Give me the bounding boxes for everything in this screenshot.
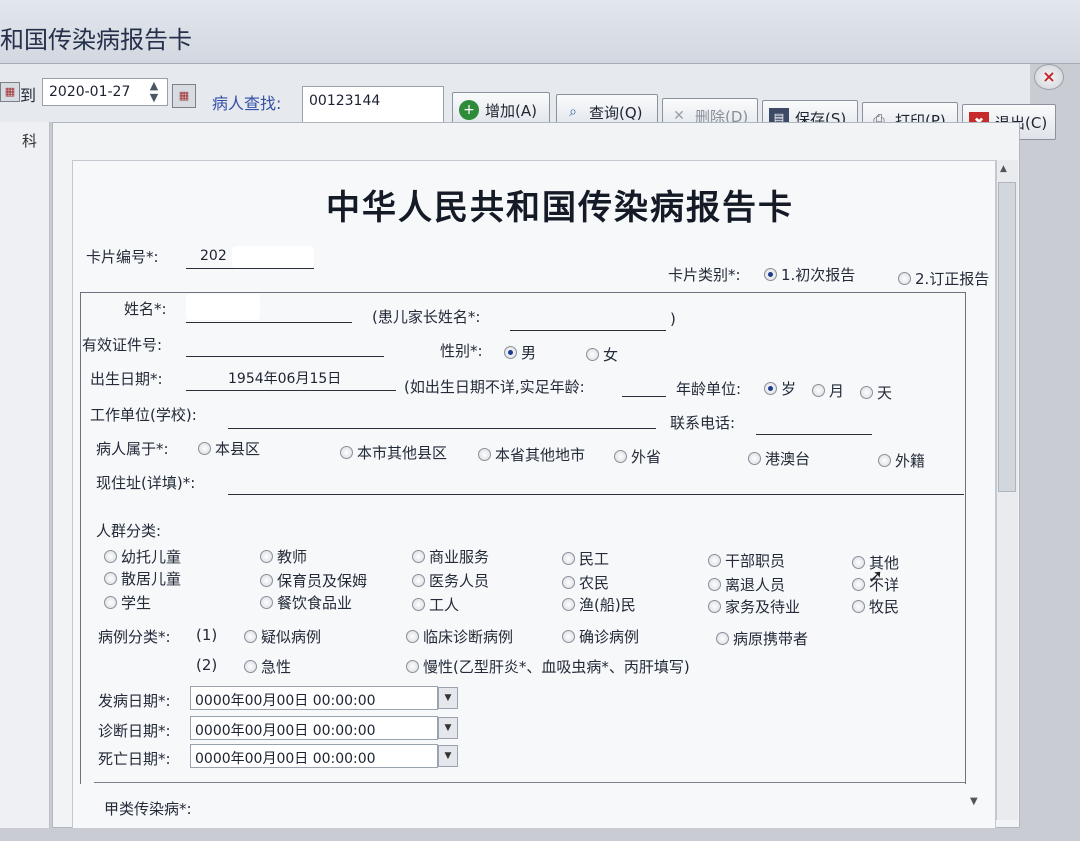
close-button[interactable]: ×	[1034, 64, 1064, 90]
mouse-cursor-icon: ➚	[868, 566, 884, 587]
phone-field[interactable]	[756, 434, 872, 435]
age-unit-day-radio[interactable]: 天	[860, 382, 892, 403]
redaction-mark	[232, 246, 314, 268]
age-unit-label: 年龄单位:	[676, 380, 742, 398]
belong-local-county-radio[interactable]: 本县区	[198, 438, 260, 459]
crowd-worker-radio[interactable]: 工人	[412, 594, 459, 615]
onset-date-dropdown-icon[interactable]: ▼	[438, 687, 458, 709]
age-field[interactable]	[622, 396, 666, 397]
crowd-housework-radio[interactable]: 家务及待业	[708, 596, 800, 617]
patient-search-label: 病人查找:	[212, 94, 282, 113]
crowd-food-service-radio[interactable]: 餐饮食品业	[260, 592, 352, 613]
onset-date-input[interactable]: 0000年00月00日 00:00:00	[190, 686, 438, 710]
birth-date-underline	[186, 390, 396, 391]
crowd-fisherman-radio[interactable]: 渔(船)民	[562, 594, 636, 615]
name-label: 姓名*:	[124, 300, 167, 318]
section-divider	[94, 782, 966, 783]
card-type-label: 卡片类别*:	[668, 266, 741, 284]
card-type-initial-radio[interactable]: 1.初次报告	[764, 264, 855, 285]
bottom-bar	[0, 828, 1080, 841]
crowd-cadre-radio[interactable]: 干部职员	[708, 550, 785, 571]
calendar-icon[interactable]: ▦	[0, 82, 20, 102]
scroll-up-icon[interactable]: ▲	[1000, 164, 1007, 174]
spin-down-icon[interactable]: ▼	[150, 91, 158, 104]
crowd-medical-staff-radio[interactable]: 医务人员	[412, 570, 489, 591]
crowd-herdsman-radio[interactable]: 牧民	[852, 596, 899, 617]
diagnosis-date-dropdown-icon[interactable]: ▼	[438, 717, 458, 739]
id-number-field[interactable]	[186, 356, 384, 357]
case-clinical-radio[interactable]: 临床诊断病例	[406, 626, 513, 647]
patient-search-input[interactable]: 00123144	[302, 86, 444, 124]
belong-hk-macau-taiwan-radio[interactable]: 港澳台	[748, 448, 810, 469]
birth-date-label: 出生日期*:	[90, 370, 163, 388]
sex-male-radio[interactable]: 男	[504, 342, 536, 363]
magnifier-icon: ⌕	[569, 104, 577, 120]
belong-other-county-radio[interactable]: 本市其他县区	[340, 442, 447, 463]
diagnosis-date-input[interactable]: 0000年00月00日 00:00:00	[190, 716, 438, 740]
belong-foreign-radio[interactable]: 外籍	[878, 450, 925, 471]
birth-date-value[interactable]: 1954年06月15日	[228, 368, 341, 388]
age-note-label: (如出生日期不详,实足年龄:	[404, 378, 585, 396]
window-titlebar: 和国传染病报告卡	[0, 0, 1080, 64]
plus-icon: +	[459, 100, 479, 120]
id-number-label: 有效证件号:	[82, 336, 163, 354]
phone-label: 联系电话:	[670, 414, 736, 432]
belong-other-city-radio[interactable]: 本省其他地市	[478, 444, 585, 465]
case-acute-radio[interactable]: 急性	[244, 656, 291, 677]
guardian-field[interactable]	[510, 330, 666, 331]
class-a-disease-label: 甲类传染病*:	[104, 800, 192, 818]
case-confirmed-radio[interactable]: 确诊病例	[562, 626, 639, 647]
case-suspected-radio[interactable]: 疑似病例	[244, 626, 321, 647]
death-date-input[interactable]: 0000年00月00日 00:00:00	[190, 744, 438, 768]
belong-other-province-radio[interactable]: 外省	[614, 446, 661, 467]
age-unit-month-radio[interactable]: 月	[812, 380, 844, 401]
sex-label: 性别*:	[440, 342, 483, 360]
sex-female-radio[interactable]: 女	[586, 344, 618, 365]
crowd-commerce-radio[interactable]: 商业服务	[412, 546, 489, 567]
calendar-picker-icon[interactable]: ▦	[172, 84, 196, 108]
crowd-scattered-children-radio[interactable]: 散居儿童	[104, 568, 181, 589]
crowd-category-label: 人群分类:	[96, 522, 162, 540]
onset-date-label: 发病日期*:	[98, 692, 171, 710]
card-title: 中华人民共和国传染病报告卡	[326, 188, 794, 228]
case-group-2-tag: (2)	[196, 656, 218, 674]
address-label: 现住址(详填)*:	[96, 474, 196, 492]
window-title: 和国传染病报告卡	[0, 26, 192, 54]
patient-info-section	[80, 292, 966, 784]
date-spinner[interactable]: ▲ ▼	[142, 80, 166, 104]
death-date-dropdown-icon[interactable]: ▼	[438, 745, 458, 767]
address-field[interactable]	[228, 494, 964, 495]
crowd-teacher-radio[interactable]: 教师	[260, 546, 307, 567]
card-number-value[interactable]: 202	[200, 248, 227, 264]
redaction-mark	[186, 294, 260, 320]
crowd-retired-radio[interactable]: 离退人员	[708, 574, 785, 595]
crowd-migrant-worker-radio[interactable]: 民工	[562, 548, 609, 569]
card-type-revised-radio[interactable]: 2.订正报告	[898, 268, 989, 289]
work-unit-field[interactable]	[228, 428, 656, 429]
crowd-farmer-radio[interactable]: 农民	[562, 572, 609, 593]
case-chronic-radio[interactable]: 慢性(乙型肝炎*、血吸虫病*、丙肝填写)	[406, 656, 690, 677]
death-date-label: 死亡日期*:	[98, 750, 171, 768]
work-unit-label: 工作单位(学校):	[90, 406, 197, 424]
card-number-label: 卡片编号*:	[86, 248, 159, 266]
case-group-1-tag: (1)	[196, 626, 218, 644]
left-panel-label: 科	[22, 132, 38, 150]
age-unit-year-radio[interactable]: 岁	[764, 378, 796, 399]
crowd-nanny-radio[interactable]: 保育员及保姆	[260, 570, 367, 591]
patient-belongs-label: 病人属于*:	[96, 440, 169, 458]
date-to-label: 到	[20, 86, 37, 105]
guardian-close-paren: )	[670, 310, 676, 328]
case-category-label: 病例分类*:	[98, 628, 171, 646]
diagnosis-date-label: 诊断日期*:	[98, 722, 171, 740]
card-number-underline	[186, 268, 314, 269]
crowd-student-radio[interactable]: 学生	[104, 592, 151, 613]
crowd-kindergarten-radio[interactable]: 幼托儿童	[104, 546, 181, 567]
left-panel: 科	[0, 122, 50, 841]
guardian-label: (患儿家长姓名*:	[372, 308, 481, 326]
scroll-down-icon[interactable]: ▼	[970, 796, 978, 807]
case-carrier-radio[interactable]: 病原携带者	[716, 628, 808, 649]
name-field[interactable]	[186, 322, 352, 323]
